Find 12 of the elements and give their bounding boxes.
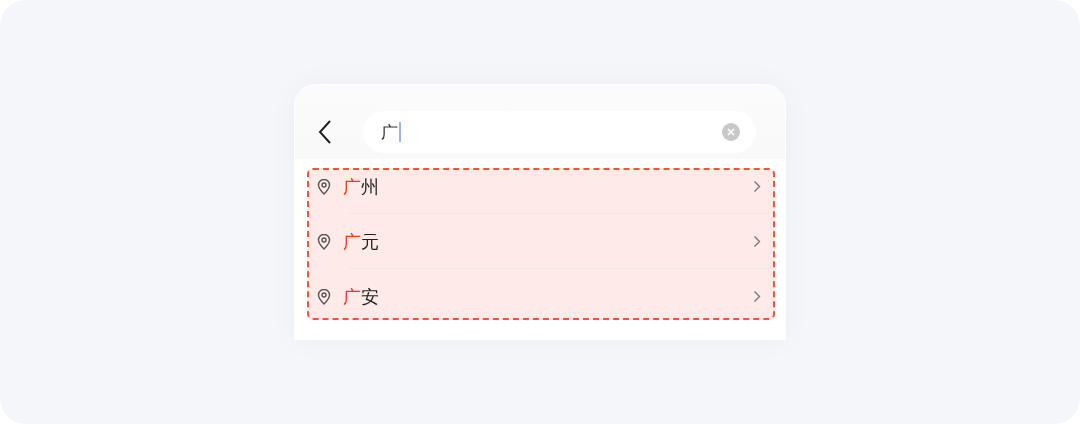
location-pin-icon <box>317 288 331 305</box>
location-pin-icon <box>317 233 331 250</box>
chevron-right-icon <box>753 235 761 248</box>
back-icon[interactable] <box>317 119 333 145</box>
chevron-right-icon <box>753 290 761 303</box>
city-name[interactable]: 广州 <box>343 174 379 199</box>
city-name[interactable]: 广元 <box>343 229 379 254</box>
city-name[interactable]: 广安 <box>343 284 379 309</box>
location-pin-icon <box>317 178 331 195</box>
chevron-right-icon <box>753 180 761 193</box>
close-icon <box>727 128 735 136</box>
search-field[interactable]: 广 <box>363 111 756 153</box>
